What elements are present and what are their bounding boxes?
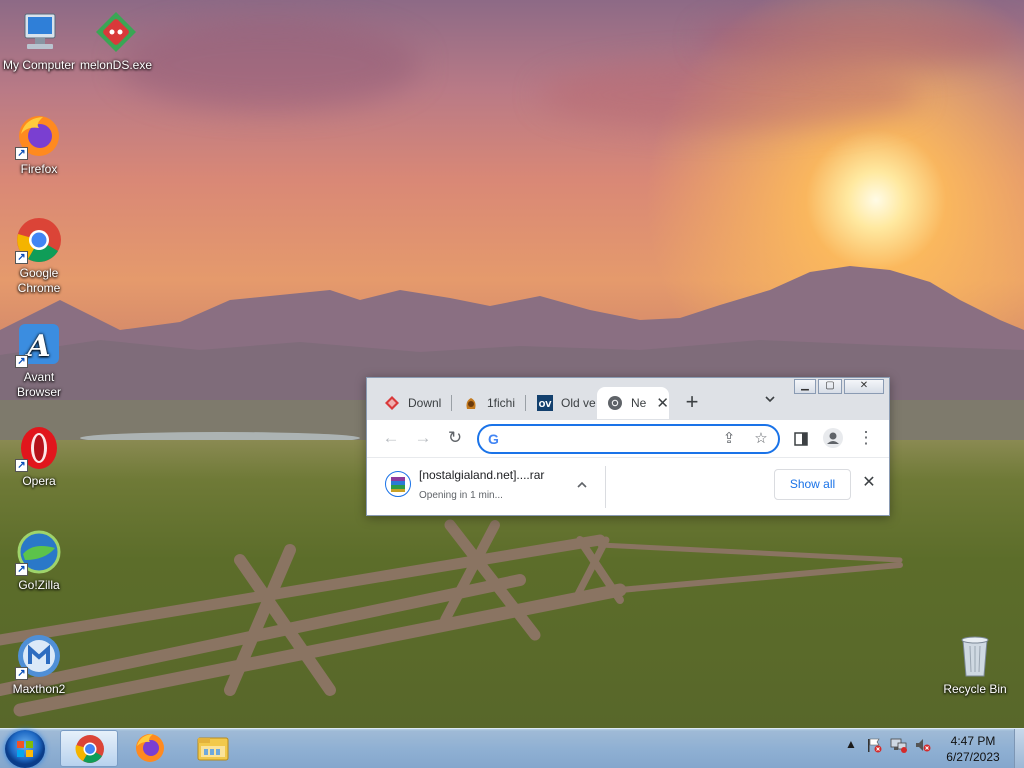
browser-toolbar: ← → ↻ G ⇪ ☆ ⋮ <box>367 420 889 457</box>
opera-icon: ↗ <box>15 424 63 472</box>
shortcut-arrow-icon: ↗ <box>15 251 28 264</box>
svg-text:A: A <box>24 329 50 364</box>
desktop-icon-maxthon[interactable]: ↗ Maxthon2 <box>1 632 77 697</box>
tab-title: Old ve <box>561 396 596 410</box>
tab-strip: Downl 1fichi OV Old ve Ne ✕ + ▁ ▢ ✕ <box>367 378 889 420</box>
tab-1fichier[interactable]: 1fichi <box>453 387 526 419</box>
shortcut-arrow-icon: ↗ <box>15 147 28 160</box>
desktop-icon-label: melonDS.exe <box>79 58 153 72</box>
desktop-icon-label: Recycle Bin <box>943 682 1007 696</box>
forward-button[interactable]: → <box>412 428 434 450</box>
taskbar-chrome[interactable] <box>60 730 118 767</box>
omnibox[interactable]: G ⇪ ☆ <box>477 424 780 454</box>
clock-date: 6/27/2023 <box>946 750 1000 764</box>
download-shelf: [nostalgialand.net]....rar Opening in 1 … <box>367 457 889 515</box>
chrome-icon <box>75 735 104 763</box>
tab-title: Ne <box>631 396 647 410</box>
computer-icon <box>15 8 63 56</box>
desktop-icon-label: Google Chrome <box>17 266 61 295</box>
winrar-file-icon <box>385 471 411 497</box>
tab-title: 1fichi <box>487 396 516 410</box>
recycle-bin-icon <box>951 632 999 680</box>
desktop-icon-label: Go!Zilla <box>18 578 60 592</box>
shortcut-arrow-icon: ↗ <box>15 459 28 472</box>
desktop-icon-label: Opera <box>22 474 56 488</box>
shortcut-arrow-icon: ↗ <box>15 667 28 680</box>
chrome-window: Downl 1fichi OV Old ve Ne ✕ + ▁ ▢ ✕ ← → … <box>366 377 890 516</box>
menu-kebab-icon[interactable]: ⋮ <box>855 428 877 450</box>
file-explorer-icon <box>197 737 229 761</box>
tab-new-tab[interactable]: Ne ✕ <box>597 387 669 419</box>
desktop-icon-google-chrome[interactable]: ↗ Google Chrome <box>1 216 77 296</box>
show-desktop-button[interactable] <box>1014 729 1024 768</box>
tab-separator <box>525 395 526 411</box>
tab-old-version[interactable]: OV Old ve <box>527 387 597 419</box>
chevron-up-icon[interactable] <box>572 475 592 495</box>
desktop-icon-recycle-bin[interactable]: Recycle Bin <box>937 632 1013 697</box>
reload-button[interactable]: ↻ <box>444 428 466 450</box>
profile-avatar-icon[interactable] <box>822 428 844 450</box>
new-tab-button[interactable]: + <box>679 390 705 416</box>
desktop-icon-label: Avant Browser <box>16 370 61 399</box>
1fichier-icon <box>466 398 476 409</box>
desktop-icon-label: My Computer <box>2 58 76 72</box>
network-icon[interactable] <box>890 737 908 756</box>
google-g-icon: G <box>488 431 499 447</box>
windows-logo-icon <box>17 741 33 757</box>
side-panel-icon[interactable] <box>790 428 812 450</box>
maxthon-icon: ↗ <box>15 632 63 680</box>
desktop-icon-opera[interactable]: ↗ Opera <box>1 424 77 489</box>
desktop-icon-firefox[interactable]: ↗ Firefox <box>1 112 77 177</box>
tab-title: Downl <box>408 396 442 410</box>
back-button[interactable]: ← <box>380 428 402 450</box>
svg-text:OV: OV <box>539 400 553 409</box>
tab-search-chevron-icon[interactable] <box>760 393 780 413</box>
shortcut-arrow-icon: ↗ <box>15 355 28 368</box>
clock-time: 4:47 PM <box>950 734 996 748</box>
firefox-icon: ↗ <box>15 112 63 160</box>
download-filename: [nostalgialand.net]....rar <box>419 468 545 482</box>
desktop-icon-melonds[interactable]: melonDS.exe <box>78 8 154 73</box>
show-all-button[interactable]: Show all <box>774 469 851 500</box>
show-hidden-icons-button[interactable]: ▲ <box>845 737 857 751</box>
desktop-icon-gozilla[interactable]: ↗ Go!Zilla <box>1 528 77 593</box>
shelf-divider <box>605 466 606 508</box>
download-site-icon <box>385 396 399 410</box>
action-center-flag-icon[interactable] <box>866 737 882 756</box>
restore-button[interactable]: ▢ <box>818 379 842 394</box>
avant-browser-icon: A ↗ <box>15 320 63 368</box>
tab-separator <box>451 395 452 411</box>
share-icon[interactable]: ⇪ <box>719 430 739 450</box>
chrome-icon: ↗ <box>15 216 63 264</box>
start-button[interactable] <box>5 730 45 768</box>
desktop-icon-label: Firefox <box>20 162 58 176</box>
system-clock[interactable]: 4:47 PM 6/27/2023 <box>930 733 1016 765</box>
close-window-button[interactable]: ✕ <box>844 379 884 394</box>
bookmark-star-icon[interactable]: ☆ <box>751 430 771 450</box>
chrome-icon <box>608 396 622 410</box>
desktop-wallpaper: My Computer melonDS.exe ↗ Firefox ↗ Goog… <box>0 0 1024 728</box>
taskbar-firefox[interactable] <box>121 730 179 767</box>
taskbar-file-explorer[interactable] <box>184 730 242 767</box>
firefox-icon <box>136 734 164 762</box>
shortcut-arrow-icon: ↗ <box>15 563 28 576</box>
melonds-icon <box>92 8 140 56</box>
download-status: Opening in 1 min... <box>419 490 503 501</box>
ov-icon: OV <box>537 395 553 411</box>
desktop-icon-my-computer[interactable]: My Computer <box>1 8 77 73</box>
address-input[interactable] <box>509 430 709 448</box>
gozilla-icon: ↗ <box>15 528 63 576</box>
desktop-icon-avant-browser[interactable]: A ↗ Avant Browser <box>1 320 77 400</box>
minimize-button[interactable]: ▁ <box>794 379 816 394</box>
taskbar: ▲ 4:47 PM 6/27/2023 <box>0 728 1024 768</box>
close-shelf-icon[interactable]: ✕ <box>859 474 879 494</box>
tab-downloads-site[interactable]: Downl <box>374 387 452 419</box>
tab-close-icon[interactable]: ✕ <box>656 394 669 412</box>
desktop-icon-label: Maxthon2 <box>12 682 66 696</box>
wooden-fence <box>0 519 903 717</box>
